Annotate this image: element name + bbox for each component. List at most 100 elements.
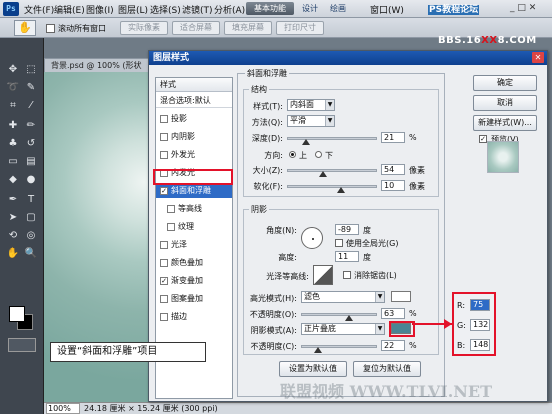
- foreground-color-swatch[interactable]: [9, 306, 25, 322]
- highlight-opacity-input[interactable]: 63: [381, 308, 405, 319]
- size-slider[interactable]: [287, 169, 377, 172]
- style-dropdown[interactable]: 内斜面 ▼: [287, 99, 335, 111]
- style-checkbox[interactable]: [160, 259, 168, 267]
- style-checkbox[interactable]: ✓: [160, 277, 168, 285]
- angle-dial-icon[interactable]: [301, 227, 323, 249]
- cancel-button[interactable]: 取消: [473, 95, 537, 111]
- style-item[interactable]: 图案叠加: [156, 292, 232, 306]
- rgb-g-field[interactable]: 132: [470, 319, 490, 331]
- pen-tool-icon[interactable]: ✒: [4, 192, 22, 207]
- gradient-tool-icon[interactable]: ▤: [22, 154, 40, 169]
- technique-dropdown[interactable]: 平滑 ▼: [287, 115, 335, 127]
- preview-checkbox[interactable]: ✓: [479, 135, 487, 143]
- healing-brush-icon[interactable]: ✚: [4, 118, 22, 133]
- hand-tool-icon-box[interactable]: ✋: [4, 246, 22, 261]
- soften-slider-thumb[interactable]: [337, 187, 345, 193]
- style-item[interactable]: 颜色叠加: [156, 256, 232, 270]
- style-item[interactable]: ✓ 斜面和浮雕: [156, 184, 232, 198]
- move-tool-icon[interactable]: ✥: [4, 62, 22, 77]
- direction-down-radio[interactable]: [315, 151, 322, 158]
- menu-analysis[interactable]: 分析(A): [214, 3, 245, 16]
- shadow-opacity-thumb[interactable]: [313, 347, 322, 353]
- menu-image[interactable]: 图像(I): [86, 3, 114, 16]
- style-checkbox[interactable]: [167, 223, 175, 231]
- shape-tool-icon[interactable]: ▢: [22, 210, 40, 225]
- style-checkbox[interactable]: [167, 205, 175, 213]
- rgb-r-field[interactable]: 75: [470, 299, 490, 311]
- shadow-opacity-slider[interactable]: [301, 345, 377, 348]
- style-item[interactable]: 光泽: [156, 238, 232, 252]
- ok-button[interactable]: 确定: [473, 75, 537, 91]
- style-item[interactable]: 描边: [156, 310, 232, 324]
- workspace-button[interactable]: 基本功能: [246, 2, 294, 15]
- depth-slider-thumb[interactable]: [301, 139, 310, 145]
- style-checkbox[interactable]: [160, 295, 168, 303]
- lasso-tool-icon[interactable]: ➰: [4, 80, 22, 95]
- depth-slider[interactable]: [287, 137, 377, 140]
- menu-window[interactable]: 窗口(W): [370, 3, 404, 16]
- soften-slider[interactable]: [287, 185, 377, 188]
- quick-mask-icon[interactable]: [8, 338, 36, 352]
- highlight-opacity-slider[interactable]: [301, 313, 377, 316]
- print-size-button[interactable]: 打印尺寸: [276, 21, 324, 35]
- dodge-tool-icon[interactable]: ●: [22, 172, 40, 187]
- stamp-tool-icon[interactable]: ♣: [4, 136, 22, 151]
- reset-default-button[interactable]: 复位为默认值: [353, 361, 421, 377]
- style-item[interactable]: 等高线: [156, 202, 232, 216]
- type-tool-icon[interactable]: T: [22, 192, 40, 207]
- highlight-opacity-thumb[interactable]: [344, 315, 353, 321]
- brush-tool-icon[interactable]: ✏: [22, 118, 40, 133]
- shadow-mode-dropdown[interactable]: 正片叠底 ▼: [301, 323, 385, 335]
- blur-tool-icon[interactable]: ◆: [4, 172, 22, 187]
- window-controls[interactable]: _ □ ✕: [510, 3, 536, 13]
- style-checkbox[interactable]: [160, 313, 168, 321]
- depth-input[interactable]: 21: [381, 132, 405, 143]
- workspace-design[interactable]: 设计: [302, 3, 318, 14]
- altitude-input[interactable]: 11: [335, 251, 359, 262]
- size-input[interactable]: 54: [381, 164, 405, 175]
- style-item[interactable]: 纹理: [156, 220, 232, 234]
- styles-header[interactable]: 样式: [156, 78, 232, 92]
- menu-edit[interactable]: 编辑(E): [54, 3, 85, 16]
- direction-up-radio[interactable]: [289, 151, 296, 158]
- zoom-field[interactable]: 100%: [46, 403, 80, 414]
- fit-screen-button[interactable]: 适合屏幕: [172, 21, 220, 35]
- rgb-b-field[interactable]: 148: [470, 339, 490, 351]
- fill-screen-button[interactable]: 填充屏幕: [224, 21, 272, 35]
- style-item[interactable]: 投影: [156, 112, 232, 126]
- quick-select-icon[interactable]: ✎: [22, 80, 40, 95]
- style-checkbox[interactable]: [160, 151, 168, 159]
- style-checkbox[interactable]: [160, 133, 168, 141]
- highlight-mode-dropdown[interactable]: 滤色 ▼: [301, 291, 385, 303]
- highlight-color-swatch[interactable]: [391, 291, 411, 302]
- marquee-tool-icon[interactable]: ⬚: [22, 62, 40, 77]
- shadow-opacity-input[interactable]: 22: [381, 340, 405, 351]
- eraser-tool-icon[interactable]: ▭: [4, 154, 22, 169]
- document-tab[interactable]: 背景.psd @ 100% (形状: [44, 58, 154, 72]
- style-item[interactable]: 内阴影: [156, 130, 232, 144]
- 3d-rotate-icon[interactable]: ⟲: [4, 228, 22, 243]
- eyedropper-icon[interactable]: ⁄: [22, 98, 40, 113]
- style-checkbox[interactable]: ✓: [160, 187, 168, 195]
- size-slider-thumb[interactable]: [319, 171, 327, 177]
- menu-filter[interactable]: 滤镜(T): [182, 3, 213, 16]
- antialias-checkbox[interactable]: [343, 271, 351, 279]
- make-default-button[interactable]: 设置为默认值: [279, 361, 347, 377]
- close-icon[interactable]: ✕: [532, 52, 544, 63]
- path-select-icon[interactable]: ➤: [4, 210, 22, 225]
- menu-file[interactable]: 文件(F): [24, 3, 54, 16]
- gloss-contour-picker[interactable]: [313, 265, 333, 285]
- new-style-button[interactable]: 新建样式(W)...: [473, 115, 537, 131]
- zoom-tool-icon[interactable]: 🔍: [22, 246, 40, 261]
- style-item[interactable]: ✓ 渐变叠加: [156, 274, 232, 288]
- style-item[interactable]: 外发光: [156, 148, 232, 162]
- global-light-checkbox[interactable]: [335, 239, 343, 247]
- style-checkbox[interactable]: [160, 241, 168, 249]
- style-checkbox[interactable]: [160, 115, 168, 123]
- blending-options-item[interactable]: 混合选项:默认: [156, 94, 232, 108]
- workspace-paint[interactable]: 绘画: [330, 3, 346, 14]
- angle-input[interactable]: -89: [335, 224, 359, 235]
- actual-pixels-button[interactable]: 实际像素: [120, 21, 168, 35]
- 3d-orbit-icon[interactable]: ◎: [22, 228, 40, 243]
- menu-layer[interactable]: 图层(L): [118, 3, 148, 16]
